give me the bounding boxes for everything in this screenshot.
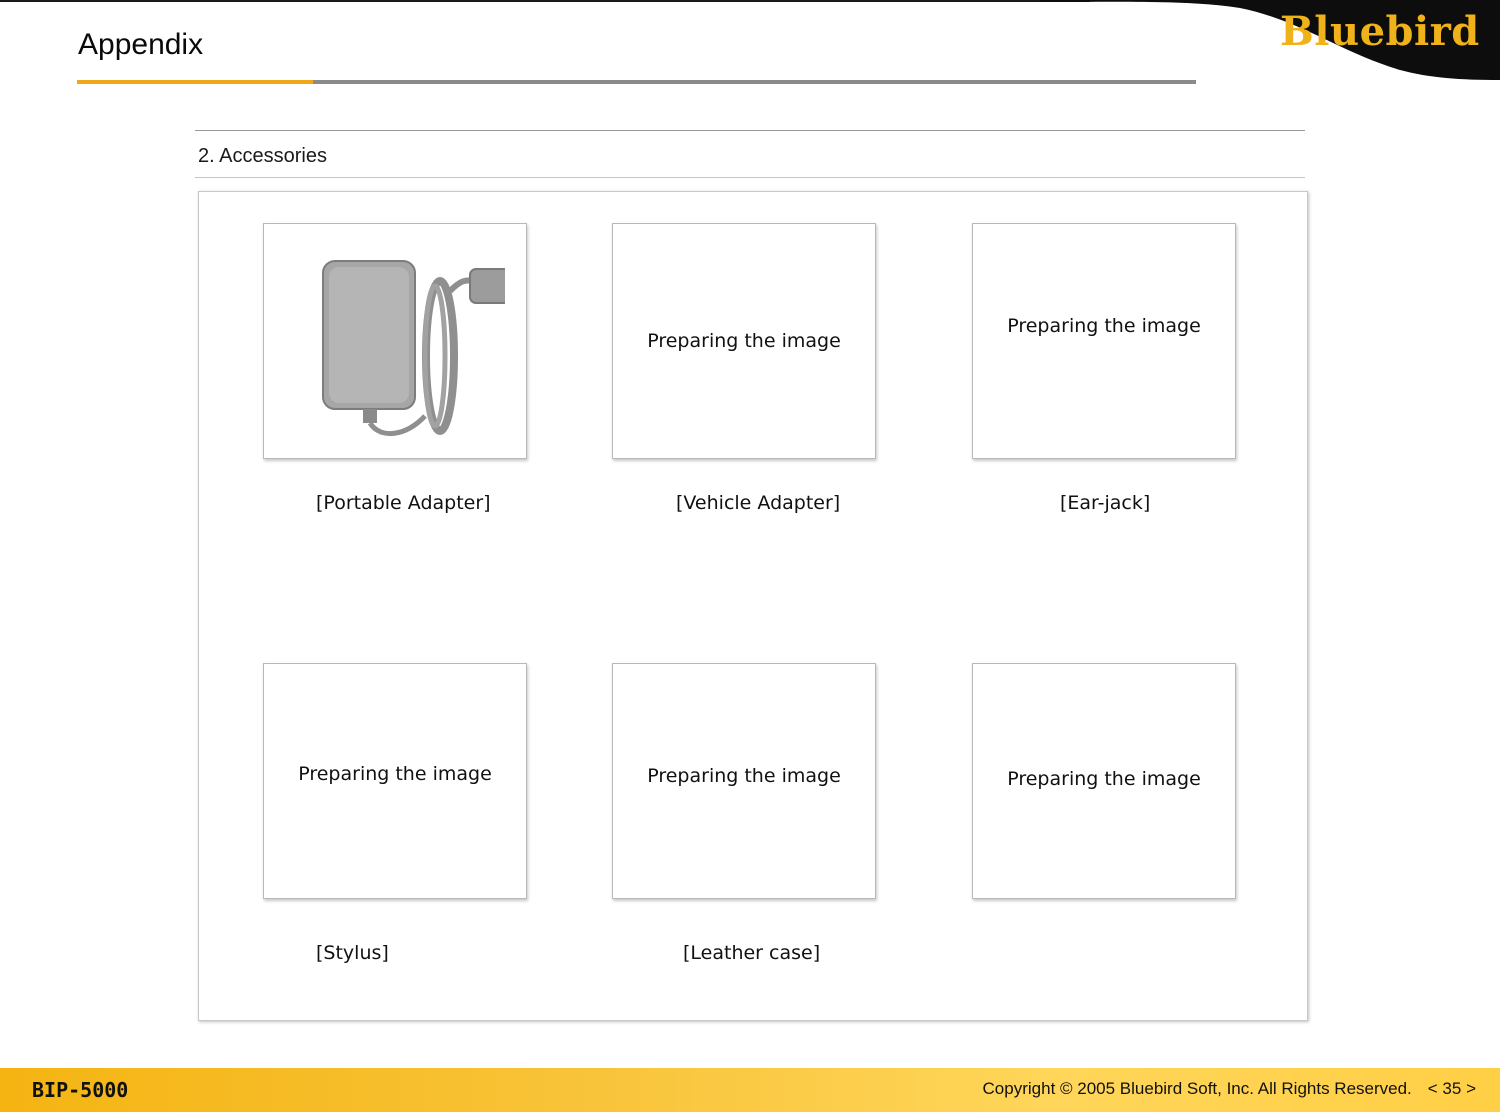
page-title: Appendix (78, 28, 204, 61)
footer-bar: BIP-5000 Copyright © 2005 Bluebird Soft,… (0, 1068, 1500, 1112)
page-number: < 35 > (1427, 1079, 1476, 1098)
caption-vehicle-adapter: [Vehicle Adapter] (676, 492, 841, 514)
title-rule (313, 80, 1196, 84)
image-placeholder-text: Preparing the image (647, 329, 841, 352)
section-title: 2. Accessories (198, 145, 327, 167)
portable-adapter-image (322, 260, 505, 437)
header-top-line (0, 0, 1090, 2)
image-placeholder-text: Preparing the image (298, 762, 492, 785)
section-top-rule (195, 130, 1305, 131)
image-placeholder-text: Preparing the image (647, 764, 841, 787)
extra-accessory-tile: Preparing the image (972, 663, 1236, 899)
caption-stylus: [Stylus] (316, 942, 389, 964)
title-rule-accent (77, 80, 313, 84)
copyright-text: Copyright © 2005 Bluebird Soft, Inc. All… (982, 1079, 1412, 1098)
image-placeholder-text: Preparing the image (1007, 314, 1201, 337)
stylus-tile: Preparing the image (263, 663, 527, 899)
caption-leather-case: [Leather case] (683, 942, 821, 964)
portable-adapter-tile (263, 223, 527, 459)
bluebird-logo: Bluebird (1280, 8, 1480, 55)
caption-portable-adapter: [Portable Adapter] (316, 492, 491, 514)
ear-jack-tile: Preparing the image (972, 223, 1236, 459)
caption-ear-jack: [Ear-jack] (1060, 492, 1151, 514)
image-placeholder-text: Preparing the image (1007, 767, 1201, 790)
section-bottom-rule (195, 177, 1305, 178)
leather-case-tile: Preparing the image (612, 663, 876, 899)
vehicle-adapter-tile: Preparing the image (612, 223, 876, 459)
footer-copyright: Copyright © 2005 Bluebird Soft, Inc. All… (983, 1079, 1476, 1099)
footer-model: BIP-5000 (32, 1078, 129, 1102)
